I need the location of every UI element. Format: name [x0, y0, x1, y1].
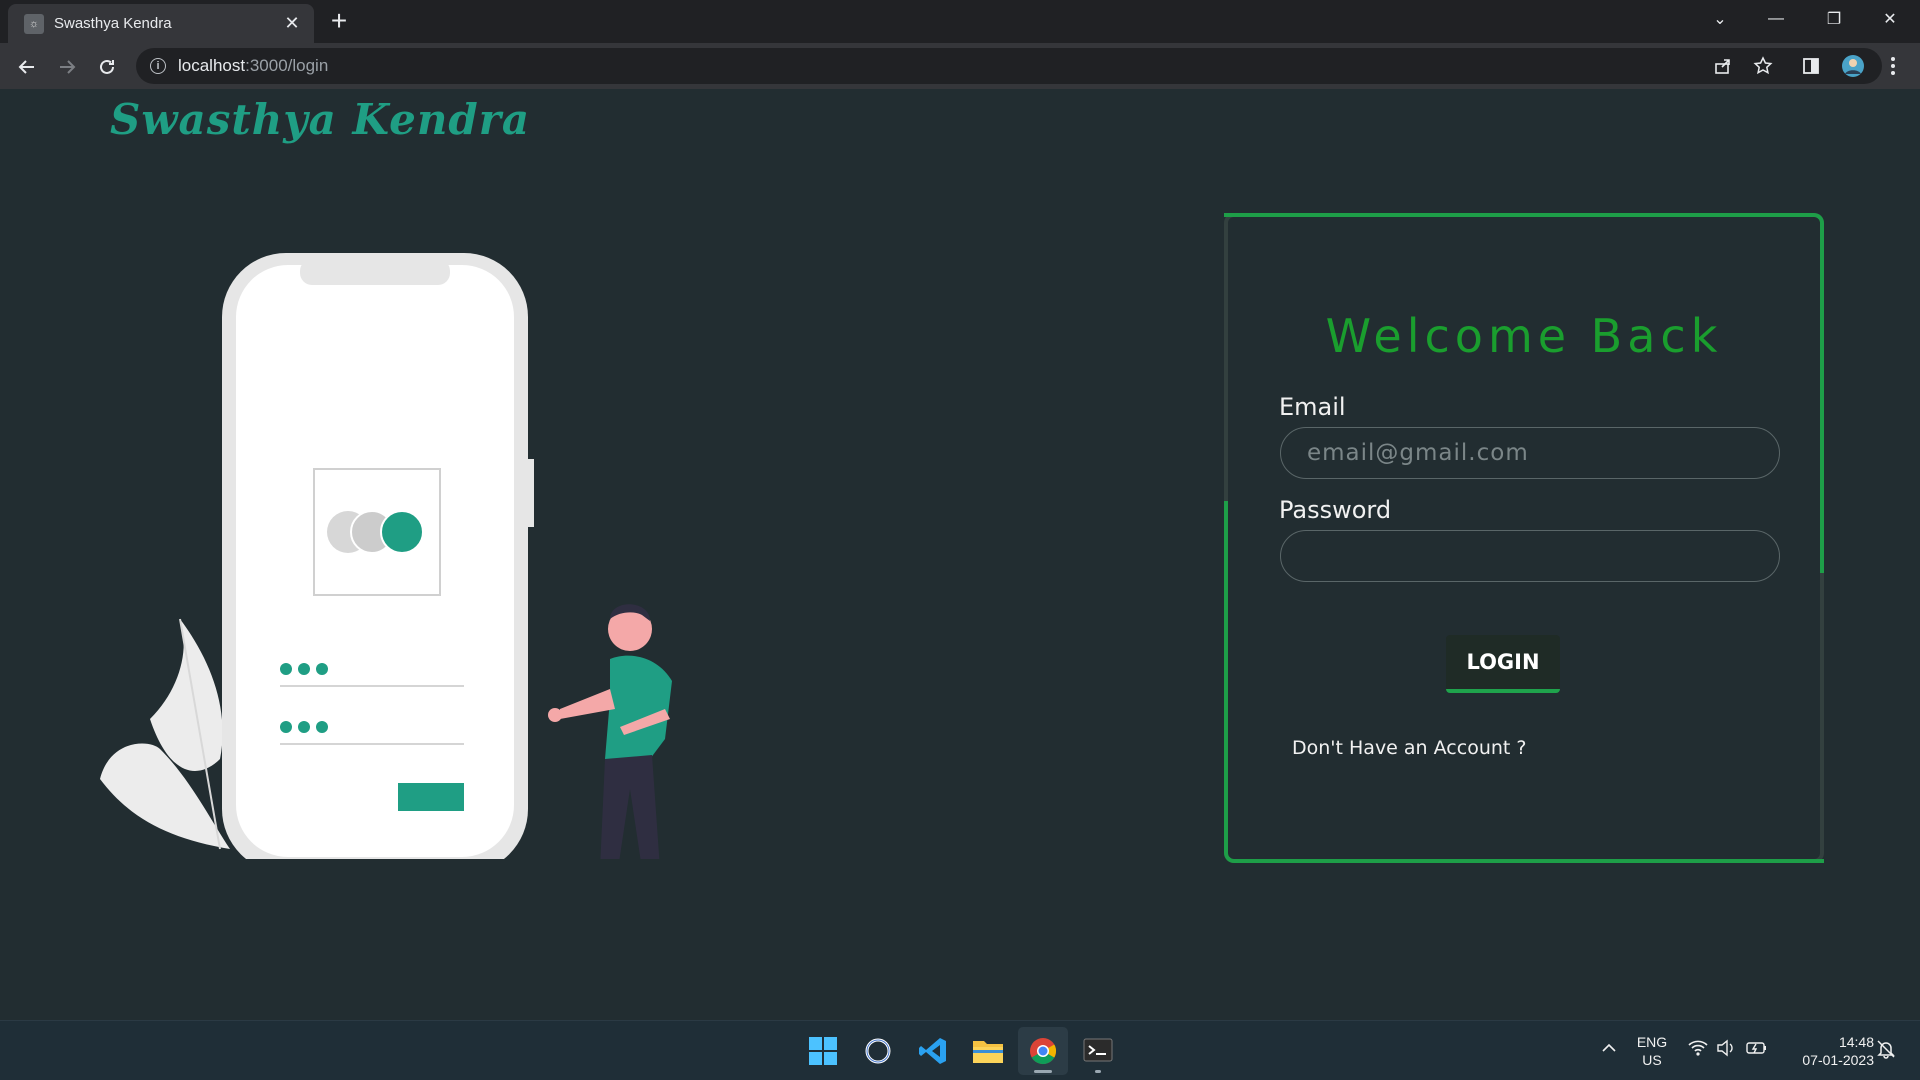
password-field[interactable] — [1280, 530, 1780, 582]
volume-icon[interactable] — [1716, 1039, 1736, 1062]
email-field[interactable] — [1280, 427, 1780, 479]
profile-avatar-icon[interactable] — [1840, 53, 1866, 79]
language-label: ENG — [1636, 1034, 1668, 1050]
signup-link[interactable]: Don't Have an Account ? — [1292, 737, 1526, 759]
star-icon[interactable] — [1750, 53, 1776, 79]
kebab-menu-icon[interactable] — [1880, 53, 1906, 79]
windows-taskbar: ENG US 14:48 07-01-2023 — [0, 1020, 1920, 1080]
windows-start-icon[interactable] — [798, 1027, 848, 1075]
forward-arrow-icon[interactable] — [51, 51, 83, 83]
clock-time: 14:48 — [1838, 1034, 1874, 1050]
login-button[interactable]: LOGIN — [1446, 635, 1560, 693]
browser-titlebar: ☼ Swasthya Kendra ✕ + ⌄ — ❐ ✕ — [0, 0, 1920, 43]
info-icon[interactable]: i — [150, 58, 166, 74]
url-path: :3000/login — [245, 56, 329, 75]
browser-toolbar: i localhost:3000/login — [0, 43, 1920, 89]
reload-icon[interactable] — [91, 51, 123, 83]
cortana-icon[interactable] — [853, 1027, 903, 1075]
tab-title: Swasthya Kendra — [54, 15, 172, 32]
language-indicator[interactable]: ENG US — [1632, 1033, 1672, 1069]
favicon-icon: ☼ — [24, 13, 44, 34]
url-host: localhost — [178, 56, 246, 75]
tab-close-icon[interactable]: ✕ — [282, 13, 302, 34]
active-indicator — [1034, 1070, 1052, 1073]
file-explorer-icon[interactable] — [963, 1027, 1013, 1075]
running-indicator — [1095, 1070, 1101, 1073]
region-label: US — [1642, 1052, 1662, 1068]
close-window-button[interactable]: ✕ — [1862, 0, 1918, 38]
chevron-up-icon[interactable] — [1600, 1039, 1618, 1062]
clock-date: 07-01-2023 — [1802, 1052, 1874, 1068]
terminal-icon[interactable] — [1073, 1027, 1123, 1075]
wifi-icon[interactable] — [1688, 1039, 1708, 1062]
page-content: Swasthya Kendra Welcome Back Email email… — [0, 89, 1920, 1020]
address-bar[interactable]: i localhost:3000/login — [136, 48, 1882, 84]
notification-icon[interactable] — [1876, 1039, 1896, 1064]
login-illustration — [90, 219, 730, 875]
password-label: Password — [1279, 496, 1392, 524]
battery-icon[interactable] — [1746, 1039, 1768, 1062]
share-icon[interactable] — [1710, 53, 1736, 79]
email-label: Email — [1279, 393, 1346, 421]
clock[interactable]: 14:48 07-01-2023 — [1778, 1033, 1874, 1069]
restore-button[interactable]: ❐ — [1806, 0, 1862, 38]
chrome-icon[interactable] — [1018, 1027, 1068, 1075]
browser-tab[interactable]: ☼ Swasthya Kendra ✕ — [8, 4, 314, 43]
welcome-heading: Welcome Back — [1325, 309, 1723, 363]
login-card: Welcome Back Email Password LOGIN Don't … — [1224, 213, 1824, 863]
vscode-icon[interactable] — [908, 1027, 958, 1075]
sidepanel-icon[interactable] — [1798, 53, 1824, 79]
minimize-button[interactable]: — — [1748, 0, 1804, 38]
back-arrow-icon[interactable] — [11, 51, 43, 83]
brand-logo[interactable]: Swasthya Kendra — [110, 95, 530, 144]
tab-search-button[interactable]: ⌄ — [1692, 0, 1748, 38]
new-tab-button[interactable]: + — [324, 5, 354, 36]
